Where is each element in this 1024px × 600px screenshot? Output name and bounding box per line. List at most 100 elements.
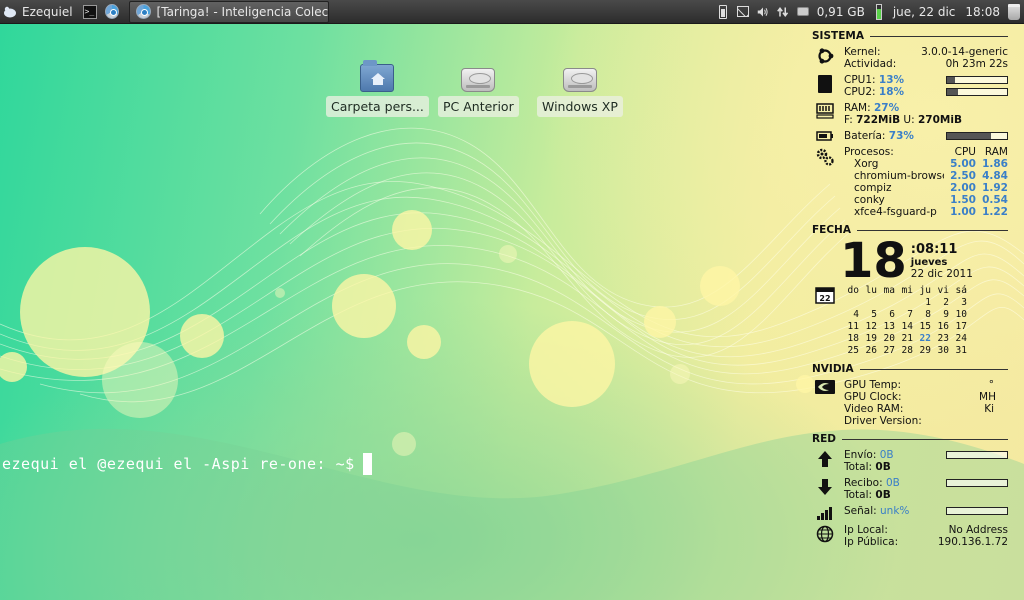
ip-local-value: No Address: [948, 524, 1008, 536]
battery-bar: [946, 132, 1008, 140]
terminal-icon: >_: [82, 4, 97, 19]
desktop-icon-label: Carpeta pers...: [326, 96, 429, 117]
disk-level-icon: [875, 3, 882, 20]
signal-row: Señal: unk%: [812, 505, 1008, 520]
kernel-value: 3.0.0-14-generic: [921, 46, 1008, 58]
desktop-icon-windows-xp[interactable]: Windows XP: [537, 56, 623, 117]
calendar-day: 12: [865, 321, 877, 332]
ip-public-value: 190.136.1.72: [937, 536, 1008, 548]
calendar-day: [878, 297, 896, 309]
upload-arrow-icon: [818, 451, 832, 467]
processes-row: Procesos: CPU RAM Xorg 5.00 1.86 chromium-…: [812, 146, 1008, 218]
battery-icon: [816, 131, 833, 141]
ram-row: RAM: 27% F: 722MiB U: 270MiB: [812, 102, 1008, 126]
calendar-weekday: do: [847, 285, 859, 296]
calendar-day: 26: [865, 345, 877, 356]
desktop-icon-home[interactable]: Carpeta pers...: [326, 56, 429, 117]
volume-tray[interactable]: [753, 0, 773, 24]
recv-total-label: Total:: [844, 489, 873, 501]
network-tray[interactable]: [773, 0, 793, 24]
gpu-temp-value: °: [988, 379, 994, 391]
kernel-row: Kernel: 3.0.0-14-generic Actividad: 0h 23m…: [812, 46, 1008, 70]
calendar-day: 21: [901, 333, 913, 344]
gears-icon: [816, 148, 834, 166]
cpu1-value: 13%: [878, 74, 905, 86]
section-header-red: RED: [812, 433, 1008, 445]
desktop-icon-label: Windows XP: [537, 96, 623, 117]
calendar-day: [842, 297, 860, 309]
trash-icon: [1008, 3, 1020, 20]
send-total: 0B: [875, 461, 891, 473]
terminal-prompt[interactable]: ezequi el @ezequi el -Aspi re-one: ~$: [2, 453, 372, 475]
send-value: 0B: [879, 449, 894, 461]
download-row: Recibo: 0B Total: 0B: [812, 477, 1008, 501]
process-name: chromium-browse: [854, 170, 944, 182]
calendar-day: 16: [937, 321, 949, 332]
recv-value: 0B: [885, 477, 900, 489]
upload-row: Envío: 0B Total: 0B: [812, 449, 1008, 473]
process-ram: 0.54: [982, 194, 1008, 206]
ip-local-label: Ip Local:: [844, 524, 888, 536]
disk-level-tray: [869, 0, 889, 24]
calendar-row: 22 do lu ma mi ju vi sá 1 2 3 4 5 6 7 8 9 10 11 12 13 14 15 1…: [812, 285, 1008, 357]
calendar-weekday: mi: [901, 285, 913, 296]
process-cpu: 5.00: [950, 158, 976, 170]
process-name: conky: [854, 194, 885, 206]
ram-free-label: F:: [844, 114, 853, 126]
terminal-launcher[interactable]: >_: [79, 0, 101, 24]
taskbar-window-button[interactable]: [Taringa! - Inteligencia Colec...: [128, 0, 329, 23]
section-title: SISTEMA: [812, 30, 864, 42]
clock-time: 18:08: [965, 4, 1000, 19]
full-date: 22 dic 2011: [910, 267, 973, 280]
process-cpu: 2.00: [950, 182, 976, 194]
clock[interactable]: jue, 22 dic 18:08: [889, 0, 1004, 24]
ram-used-label: U:: [903, 114, 915, 126]
drive-icon: [796, 7, 809, 16]
driver-label: Driver Version:: [844, 415, 922, 427]
mail-tray[interactable]: [733, 0, 753, 24]
calendar-day: 31: [955, 345, 967, 356]
process-cpu: 1.00: [950, 206, 976, 218]
network-arrows-icon: [776, 6, 788, 17]
process-cpu: 2.50: [950, 170, 976, 182]
table-row: conky 1.50 0.54: [844, 194, 1008, 206]
calendar-day: 22: [919, 333, 931, 344]
battery-tray[interactable]: [713, 0, 733, 24]
chromium-icon: [135, 4, 151, 19]
desktop-icon-pc-anterior[interactable]: PC Anterior: [438, 56, 519, 117]
calendar-weekday: lu: [865, 285, 877, 296]
signal-bar: [946, 507, 1008, 515]
cpu2-value: 18%: [878, 86, 905, 98]
trash-tray[interactable]: [1004, 0, 1024, 24]
section-header-nvidia: NVIDIA: [812, 363, 1008, 375]
calendar-day: 8: [925, 309, 931, 320]
calendar-day: 2: [943, 297, 949, 308]
process-name: Xorg: [854, 158, 879, 170]
applications-menu-button[interactable]: Ezequiel: [0, 0, 79, 24]
calendar-day: 20: [883, 333, 895, 344]
cpu2-label: CPU2:: [844, 86, 876, 98]
disk-tray[interactable]: [793, 0, 813, 24]
ubuntu-logo-icon: [818, 48, 834, 64]
process-ram: 4.84: [982, 170, 1008, 182]
calendar-weekday: vi: [937, 285, 949, 296]
cpu-icon: [818, 75, 832, 93]
ram-label: RAM:: [844, 102, 871, 114]
calendar-grid: do lu ma mi ju vi sá 1 2 3 4 5 6 7 8 9 10 11 12 13 14 15 16 17…: [842, 285, 968, 357]
battery-value: 73%: [888, 130, 914, 142]
processes-label: Procesos:: [844, 146, 894, 158]
calendar-day: 28: [901, 345, 913, 356]
top-panel: Ezequiel >_ [Taringa! - Inteligencia Col…: [0, 0, 1024, 24]
home-folder-icon: [360, 60, 395, 92]
section-title: NVIDIA: [812, 363, 854, 375]
process-cpu: 1.50: [950, 194, 976, 206]
calendar-day: 29: [919, 345, 931, 356]
cpu-row: CPU1: 13% CPU2: 18%: [812, 74, 1008, 98]
upload-bar: [946, 451, 1008, 459]
calendar-week: 18 19 20 21 22 23 24: [842, 333, 968, 345]
section-header-sistema: SISTEMA: [812, 30, 1008, 42]
nvidia-logo-icon: [815, 380, 835, 394]
calendar-weekday: ju: [919, 285, 931, 296]
ip-row: Ip Local: No Address Ip Pública: 190.136.1…: [812, 524, 1008, 548]
browser-launcher[interactable]: [101, 0, 123, 24]
